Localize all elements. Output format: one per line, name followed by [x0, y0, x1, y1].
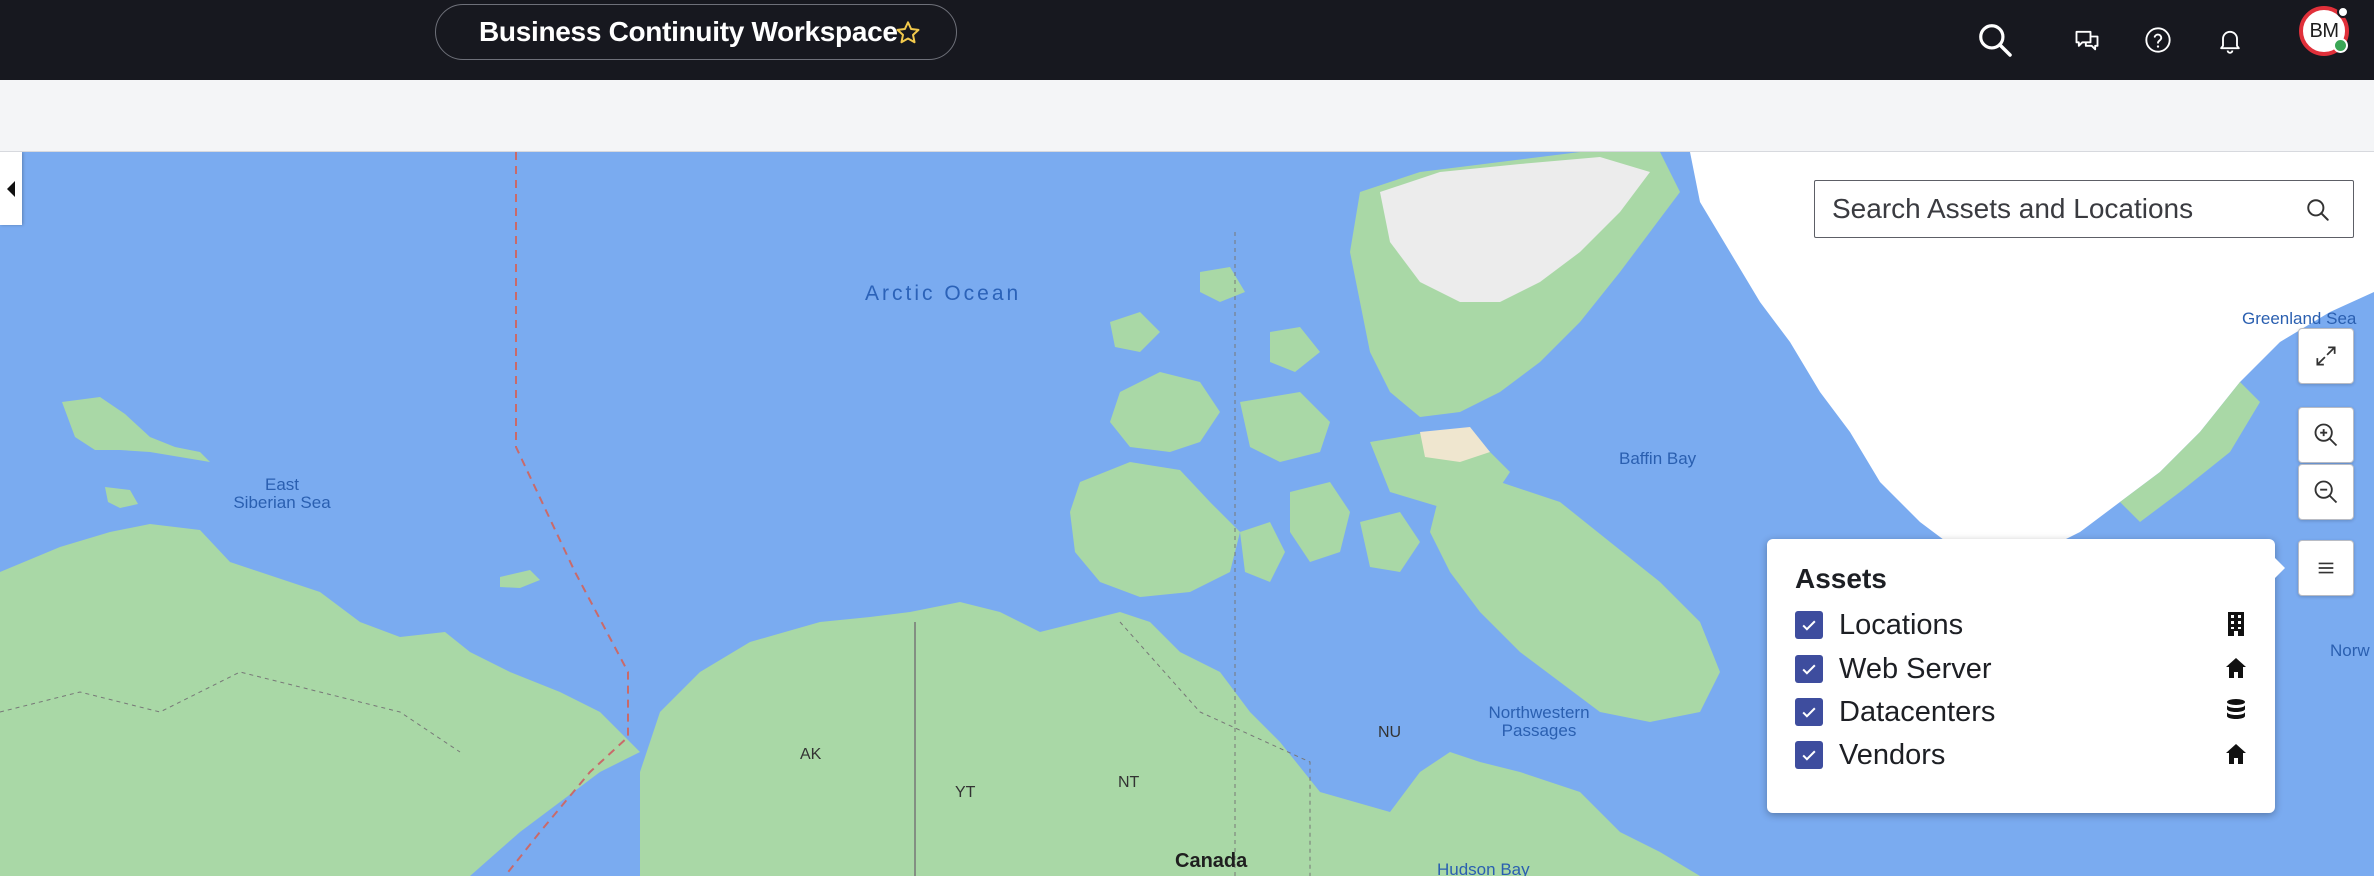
checkbox-web-server[interactable] — [1795, 655, 1823, 683]
banks-island — [1110, 372, 1220, 452]
house-icon — [2221, 653, 2251, 683]
small-island-7 — [1200, 267, 1245, 302]
label-east-siberian-sea-line2: Siberian Sea — [233, 493, 331, 512]
zoom-in-button[interactable] — [2298, 407, 2354, 463]
legend-label-web-server: Web Server — [1839, 652, 1992, 685]
label-norw: Norw — [2330, 641, 2370, 660]
search-icon[interactable] — [1972, 0, 2018, 80]
siberia-landmass — [0, 524, 640, 876]
map-canvas[interactable]: Arctic Ocean East Siberian Sea Baffin Ba… — [0, 152, 2374, 876]
label-northwestern-passages-line2: Passages — [1501, 721, 1577, 740]
label-east-siberian-sea-line1: East — [264, 475, 300, 494]
star-icon[interactable] — [894, 19, 922, 47]
checkbox-vendors[interactable] — [1795, 741, 1823, 769]
notification-badge — [2337, 6, 2349, 18]
legend-item-web-server[interactable]: Web Server — [1795, 651, 2251, 687]
online-status-icon — [2333, 38, 2348, 53]
legend-label-datacenters: Datacenters — [1839, 695, 1996, 728]
label-nu: NU — [1378, 724, 1402, 741]
label-northwestern-passages-line1: Northwestern — [1488, 703, 1590, 722]
label-canada: Canada — [1175, 850, 1248, 872]
zoom-in-icon — [2314, 423, 2338, 447]
asset-search-box[interactable] — [1814, 180, 2354, 238]
legend-pointer — [2274, 557, 2285, 579]
checkmark-icon — [1802, 707, 1816, 718]
menu-icon — [2318, 562, 2334, 574]
expand-icon — [2316, 346, 2336, 366]
legend-label-locations: Locations — [1839, 608, 1964, 641]
workspace-selector[interactable]: Business Continuity Workspace — [435, 4, 957, 60]
zoom-out-icon — [2314, 480, 2338, 504]
legend-item-datacenters[interactable]: Datacenters — [1795, 694, 2251, 730]
small-island-5 — [1110, 312, 1160, 352]
label-east-siberian-sea: East Siberian Sea — [232, 476, 332, 512]
chat-icon[interactable] — [2072, 0, 2102, 80]
legend-item-vendors[interactable]: Vendors — [1795, 737, 2251, 773]
siberian-island — [62, 397, 210, 462]
label-greenland-sea: Greenland Sea — [2242, 309, 2357, 328]
top-navigation-bar: Business Continuity Workspace BM — [0, 0, 2374, 80]
bell-icon[interactable] — [2215, 0, 2245, 80]
help-icon[interactable] — [2143, 0, 2173, 80]
label-nt: NT — [1118, 774, 1140, 791]
avatar-initials: BM — [2309, 19, 2340, 42]
checkbox-datacenters[interactable] — [1795, 698, 1823, 726]
legend-title: Assets — [1795, 563, 1887, 594]
house-icon — [2221, 739, 2251, 769]
wrangel-island — [500, 570, 540, 588]
workspace-title: Business Continuity Workspace — [479, 16, 898, 47]
panel-collapse-button[interactable] — [0, 152, 22, 225]
building-icon — [2221, 609, 2251, 639]
legend-toggle-button[interactable] — [2298, 540, 2354, 596]
small-island-6 — [1270, 327, 1320, 372]
zoom-out-button[interactable] — [2298, 464, 2354, 520]
database-icon — [2221, 696, 2251, 726]
victoria-island — [1070, 462, 1240, 597]
checkbox-locations[interactable] — [1795, 611, 1823, 639]
checkmark-icon — [1802, 620, 1816, 631]
small-island-3 — [1240, 522, 1285, 582]
checkmark-icon — [1802, 664, 1816, 675]
assets-legend-panel: Assets Locations Web Server Datacenters … — [1767, 539, 2285, 813]
label-ak: AK — [800, 746, 822, 763]
avatar[interactable]: BM — [2299, 6, 2349, 56]
siberian-island-small — [105, 487, 138, 508]
legend-item-locations[interactable]: Locations — [1795, 607, 2251, 643]
label-baffin-bay: Baffin Bay — [1619, 449, 1697, 468]
fullscreen-button[interactable] — [2298, 328, 2354, 384]
legend-label-vendors: Vendors — [1839, 738, 1946, 771]
toolbar-strip — [0, 80, 2374, 152]
search-icon[interactable] — [2305, 197, 2331, 223]
small-island-2 — [1290, 482, 1350, 562]
label-yt: YT — [955, 784, 976, 801]
small-island-4 — [1360, 512, 1420, 572]
label-arctic-ocean: Arctic Ocean — [865, 282, 1022, 305]
label-northwestern-passages: Northwestern Passages — [1484, 704, 1594, 740]
baffin-island — [1430, 482, 1720, 722]
checkmark-icon — [1802, 750, 1816, 761]
caret-left-icon — [7, 180, 15, 197]
label-hudson-bay: Hudson Bay — [1437, 860, 1530, 876]
asset-search-input[interactable] — [1830, 192, 2294, 226]
island-group-1 — [1240, 392, 1330, 462]
